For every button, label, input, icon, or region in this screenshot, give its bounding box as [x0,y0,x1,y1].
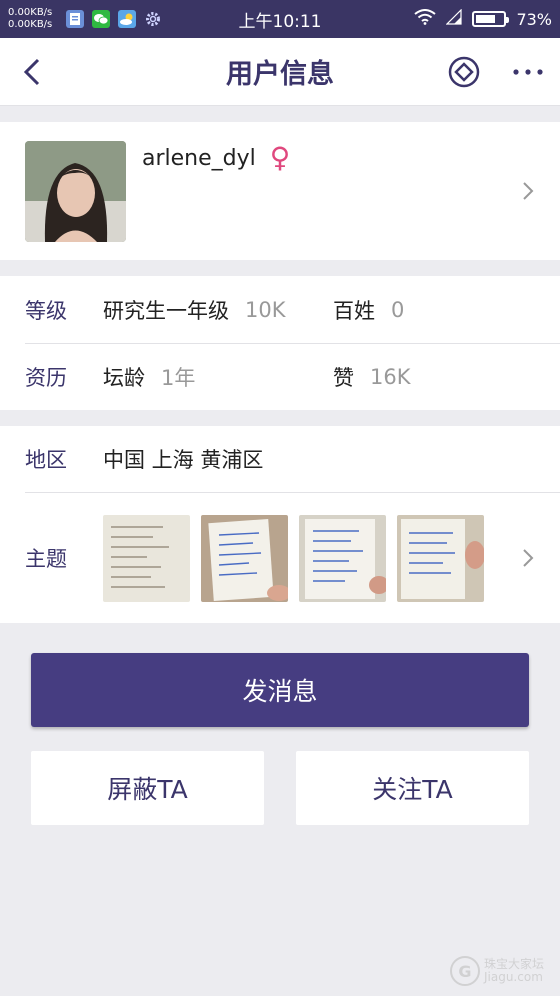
age-value: 1年 [161,366,196,390]
signal-icon [445,8,463,29]
topics-row[interactable]: 主题 [0,493,560,623]
chevron-right-icon [523,182,534,200]
net-up-text: 0.00KB/s [8,7,53,18]
watermark-logo-icon: G [449,956,480,986]
likes-label: 赞 [333,366,354,390]
likes-value: 16K [370,365,411,389]
region-label: 地区 [25,448,67,472]
gear-icon [144,10,162,28]
rank-count: 0 [391,297,405,322]
topic-thumbnail[interactable] [103,514,190,602]
stats-card: 等级 研究生一年级 10K 百姓 0 资历 坛龄 1年 赞 16K [0,276,560,410]
notepad-icon [66,10,85,28]
topic-thumbnail[interactable] [201,514,288,602]
history-label: 资历 [25,366,67,390]
more-dots-icon [513,68,543,75]
coin-icon [448,56,480,87]
wechat-icon [92,10,111,28]
topic-thumbnail[interactable] [397,514,484,602]
network-speed: 0.00KB/s 0.00KB/s [8,7,52,31]
topics-label: 主题 [25,547,67,571]
age-label: 坛龄 [103,366,145,390]
battery-percent: 73% [516,9,552,29]
topic-thumbnails [103,514,484,602]
wifi-icon [414,9,437,29]
net-down-text: 0.00KB/s [8,19,53,30]
watermark-line2: Jiagu.com [483,970,543,984]
level-row: 等级 研究生一年级 10K 百姓 0 [0,276,560,343]
coin-button[interactable] [432,38,496,106]
app-header: 用户信息 [0,38,560,106]
back-button[interactable] [0,38,64,106]
weather-icon [118,10,137,28]
topic-thumbnail[interactable] [299,514,386,602]
battery-icon [472,11,510,27]
profile-card[interactable]: arlene_dyl ♀ [0,122,560,260]
more-button[interactable] [496,38,560,106]
level-value: 研究生一年级 [103,298,229,323]
avatar[interactable] [25,140,126,242]
region-row: 地区 中国 上海 黄浦区 [0,426,560,492]
follow-button[interactable]: 关注TA [296,751,529,825]
watermark: G 珠宝大家坛 Jiagu.com [449,956,544,986]
female-icon: ♀ [269,141,291,174]
send-message-button[interactable]: 发消息 [31,653,529,727]
region-value: 中国 上海 黄浦区 [103,448,264,472]
history-row: 资历 坛龄 1年 赞 16K [0,344,560,410]
username: arlene_dyl [142,145,256,171]
level-label: 等级 [25,298,67,323]
chevron-left-icon [23,58,40,85]
status-bar: 0.00KB/s 0.00KB/s 上午10:11 73% [0,0,560,38]
chevron-right-icon [523,549,534,567]
level-count: 10K [245,297,286,322]
block-button[interactable]: 屏蔽TA [31,751,264,825]
rank-label: 百姓 [333,298,375,323]
info-card: 地区 中国 上海 黄浦区 主题 [0,426,560,623]
battery-level [476,15,496,23]
